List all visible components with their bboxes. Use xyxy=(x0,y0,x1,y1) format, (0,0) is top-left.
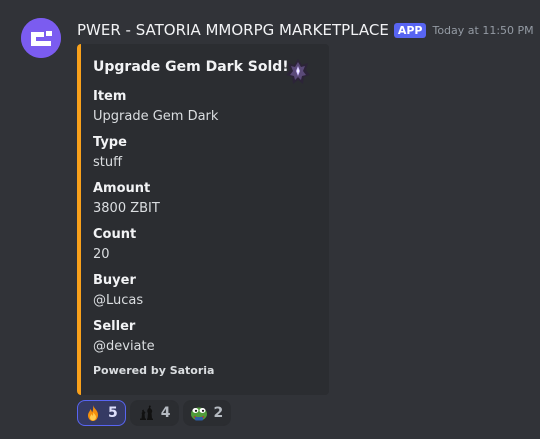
field-value: 3800 ZBIT xyxy=(93,201,160,216)
reaction-pepe[interactable]: 2 xyxy=(182,400,232,426)
embed-field-buyer: Buyer @Lucas xyxy=(93,272,313,310)
embed-title: Upgrade Gem Dark Sold! xyxy=(93,59,289,75)
reaction-chess[interactable]: 4 xyxy=(129,400,179,426)
embed-field-seller: Seller @deviate xyxy=(93,318,313,356)
reaction-count: 2 xyxy=(213,405,224,421)
embed-field-amount: Amount 3800 ZBIT xyxy=(93,180,313,218)
embed-thumbnail[interactable] xyxy=(285,58,311,86)
chess-pieces-emoji xyxy=(137,404,155,422)
embed-card: Upgrade Gem Dark Sold! Item Upgrade Gem … xyxy=(77,44,329,395)
embed-field-item: Item Upgrade Gem Dark xyxy=(93,88,313,126)
reaction-count: 5 xyxy=(108,405,118,421)
timestamp[interactable]: Today at 11:50 PM xyxy=(432,24,533,37)
embed-field-type: Type stuff xyxy=(93,134,313,172)
reaction-bar: 5 4 2 xyxy=(77,400,232,426)
chat-message: PWER - SATORIA MMORPG MARKETPLACE APP To… xyxy=(0,0,540,439)
field-name: Seller xyxy=(93,319,136,334)
reaction-count: 4 xyxy=(160,405,171,421)
field-name: Type xyxy=(93,135,127,150)
field-value: 20 xyxy=(93,247,110,262)
embed-footer: Powered by Satoria xyxy=(93,364,215,377)
field-value: Upgrade Gem Dark xyxy=(93,109,219,124)
username[interactable]: PWER - SATORIA MMORPG MARKETPLACE xyxy=(77,21,389,39)
pepe-frog-emoji xyxy=(190,404,208,422)
field-name: Amount xyxy=(93,181,151,196)
embed-accent-bar xyxy=(77,44,81,395)
field-name: Buyer xyxy=(93,273,136,288)
field-value: stuff xyxy=(93,155,123,170)
avatar[interactable] xyxy=(21,18,61,58)
fire-emoji xyxy=(84,404,102,422)
field-value[interactable]: @Lucas xyxy=(93,292,313,310)
reaction-fire[interactable]: 5 xyxy=(77,400,126,426)
message-header: PWER - SATORIA MMORPG MARKETPLACE APP To… xyxy=(77,20,534,40)
dark-gem-icon xyxy=(286,59,310,84)
app-badge: APP xyxy=(393,22,427,38)
bot-logo-icon xyxy=(21,18,61,58)
embed-field-count: Count 20 xyxy=(93,226,313,264)
field-name: Item xyxy=(93,89,127,104)
field-name: Count xyxy=(93,227,137,242)
field-value[interactable]: @deviate xyxy=(93,338,313,356)
